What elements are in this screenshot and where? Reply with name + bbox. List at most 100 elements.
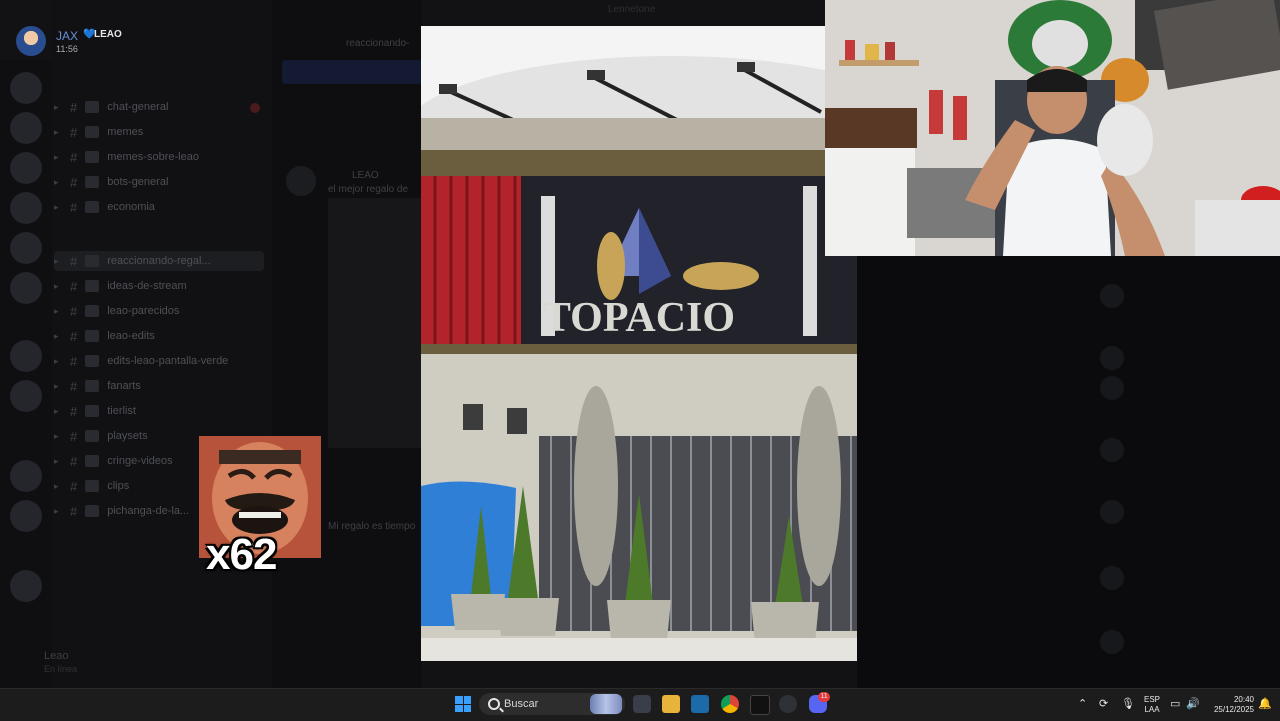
member-list — [857, 256, 1280, 688]
channel-item[interactable]: ▸ # fanarts — [54, 376, 264, 396]
code-app-icon[interactable] — [691, 695, 709, 713]
notification-bell-icon[interactable]: 🔔 — [1258, 697, 1272, 710]
avatar[interactable] — [286, 166, 316, 196]
server-icon[interactable] — [10, 152, 42, 184]
channel-item[interactable]: ▸ # leao-parecidos — [54, 301, 264, 321]
language-indicator[interactable]: ESP LAA — [1140, 695, 1164, 715]
hash-icon: # — [70, 478, 78, 494]
server-icon[interactable] — [10, 112, 42, 144]
current-user-name: Leao — [44, 650, 69, 662]
server-icon[interactable] — [10, 340, 42, 372]
hash-icon: # — [70, 278, 78, 294]
hash-icon: # — [70, 378, 78, 394]
sync-icon[interactable]: ⟳ — [1099, 697, 1108, 710]
channel-item[interactable]: ▸ # tierlist — [54, 401, 264, 421]
search-highlight-image — [590, 694, 622, 714]
user-name: JAX — [56, 29, 79, 43]
microphone-icon[interactable]: 🎙 — [1121, 697, 1135, 710]
channel-item-active[interactable]: ▸ # reaccionando-regal... — [54, 251, 264, 271]
sign-text: TOPACIO — [543, 295, 735, 341]
channel-emoji-icon — [85, 480, 100, 492]
hash-icon: # — [70, 124, 78, 140]
server-icon[interactable] — [10, 232, 42, 264]
channel-emoji-icon — [85, 505, 100, 517]
task-view-icon[interactable] — [633, 695, 651, 713]
server-icon[interactable] — [10, 500, 42, 532]
discord-badge: 11 — [818, 692, 830, 702]
channel-item[interactable]: ▸ # leao-edits — [54, 326, 264, 346]
channel-emoji-icon — [85, 201, 100, 213]
channel-item[interactable]: ▸ # bots-general — [54, 172, 264, 192]
display-icon[interactable]: ▭ — [1170, 697, 1180, 710]
member-avatar[interactable] — [1100, 284, 1124, 308]
channel-item[interactable]: ▸ # memes-sobre-leao — [54, 147, 264, 167]
channel-emoji-icon — [85, 455, 100, 467]
message-time: 11:56 — [56, 44, 78, 54]
member-avatar[interactable] — [1100, 566, 1124, 590]
clock[interactable]: 20:40 25/12/2025 — [1204, 695, 1254, 715]
new-messages-bar[interactable] — [282, 60, 422, 84]
user-tag: LEAO — [94, 29, 122, 40]
hash-icon: # — [70, 403, 78, 419]
server-icon[interactable] — [10, 192, 42, 224]
server-rail — [0, 60, 52, 688]
channel-emoji-icon — [85, 355, 100, 367]
obs-icon[interactable] — [779, 695, 797, 713]
member-avatar[interactable] — [1100, 376, 1124, 400]
member-avatar[interactable] — [1100, 438, 1124, 462]
channel-emoji-icon — [85, 126, 100, 138]
channel-emoji-icon — [85, 280, 100, 292]
channel-emoji-icon — [85, 305, 100, 317]
channel-emoji-icon — [85, 330, 100, 342]
hash-icon: # — [70, 99, 78, 115]
server-icon[interactable] — [10, 380, 42, 412]
channel-emoji-icon — [85, 101, 100, 113]
message-text: el mejor regalo de — [328, 184, 409, 195]
search-icon — [488, 698, 500, 710]
channel-emoji-icon — [85, 255, 100, 267]
keyboard-layout: LAA — [1144, 705, 1160, 714]
channel-item[interactable]: ▸ # edits-leao-pantalla-verde — [54, 351, 264, 371]
channel-item[interactable]: ▸ # ideas-de-stream — [54, 276, 264, 296]
hash-icon: # — [70, 503, 78, 519]
message-image[interactable] — [328, 198, 422, 448]
chevron-up-icon[interactable]: ⌃ — [1078, 697, 1087, 710]
shared-image-viewer[interactable]: TOPACIO — [421, 26, 857, 661]
server-icon[interactable] — [10, 570, 42, 602]
channel-emoji-icon — [85, 151, 100, 163]
language-code: ESP — [1143, 695, 1160, 704]
hash-icon: # — [70, 353, 78, 369]
hash-icon: # — [70, 199, 78, 215]
reaction-count: x62 — [206, 530, 277, 579]
member-avatar[interactable] — [1100, 500, 1124, 524]
hash-icon: # — [70, 428, 78, 444]
hash-icon: # — [70, 174, 78, 190]
member-avatar[interactable] — [1100, 630, 1124, 654]
window-title: Lennetone — [608, 4, 656, 15]
message-author: LEAO — [352, 170, 379, 181]
avatar[interactable] — [16, 26, 46, 56]
channel-emoji-icon — [85, 176, 100, 188]
member-avatar[interactable] — [1100, 346, 1124, 370]
file-explorer-icon[interactable] — [662, 695, 680, 713]
volume-icon[interactable]: 🔊 — [1186, 697, 1200, 710]
channel-item[interactable]: ▸ # memes — [54, 122, 264, 142]
message-text: Mi regalo es tiempo — [328, 521, 416, 532]
channel-item[interactable]: ▸ # economia — [54, 197, 264, 217]
chat-header-channel: reaccionando- — [346, 38, 410, 49]
streamer-webcam — [825, 0, 1280, 256]
hash-icon: # — [70, 253, 78, 269]
server-icon[interactable] — [10, 460, 42, 492]
server-icon[interactable] — [10, 72, 42, 104]
server-icon[interactable] — [10, 272, 42, 304]
channel-emoji-icon — [85, 405, 100, 417]
channel-item[interactable]: ▸ # chat-general — [54, 97, 264, 117]
tiktok-icon[interactable] — [750, 695, 770, 715]
clock-time: 20:40 — [1233, 695, 1254, 704]
channel-emoji-icon — [85, 430, 100, 442]
windows-start-icon[interactable] — [455, 696, 471, 712]
webcam-overlay — [825, 0, 1280, 256]
chrome-icon[interactable] — [721, 695, 739, 713]
hash-icon: # — [70, 328, 78, 344]
hash-icon: # — [70, 453, 78, 469]
